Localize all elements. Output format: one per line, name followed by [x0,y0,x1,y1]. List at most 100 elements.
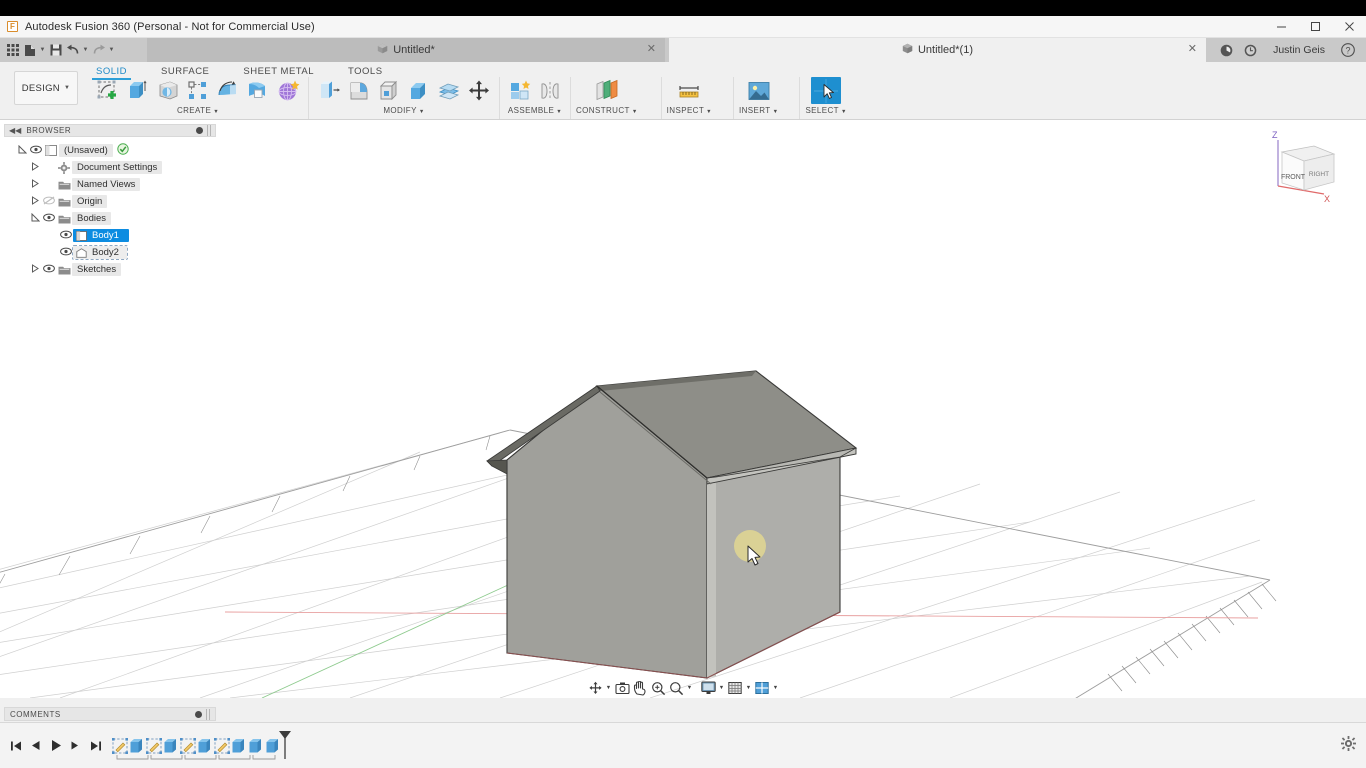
comments-panel[interactable]: COMMENTS [4,707,216,721]
select-cursor-icon[interactable] [811,77,842,104]
save-icon[interactable] [47,41,64,60]
model-body-house[interactable] [486,370,858,679]
recent-icon[interactable] [1238,38,1262,62]
viewports-dropdown-caret[interactable]: ▼ [772,685,780,691]
ribbon-group-assemble: ASSEMBLE ▼ [499,77,570,119]
document-tab-untitled-1[interactable]: Untitled*(1) ✕ [669,38,1206,62]
play-button[interactable] [48,737,63,755]
measure-icon[interactable] [674,77,704,104]
orbit-icon[interactable] [587,679,604,697]
chevron-down-icon: ▼ [772,109,779,115]
browser-resize-grip[interactable] [207,125,211,136]
browser-node-bodies[interactable]: Bodies [4,210,216,227]
shell-icon[interactable] [374,77,404,104]
visibility-eye-icon[interactable] [42,213,56,225]
browser-node-named-views[interactable]: Named Views [4,176,216,193]
visibility-eye-icon[interactable] [59,230,73,242]
redo-dropdown-caret[interactable]: ▼ [107,41,116,60]
step-forward-button[interactable] [68,737,83,755]
comments-options-icon[interactable] [195,710,202,718]
revolve-icon[interactable] [153,77,183,104]
user-account-name[interactable]: Justin Geis [1262,44,1336,56]
zoom-icon[interactable] [650,679,667,697]
sweep-icon[interactable] [213,77,243,104]
draft-icon[interactable] [404,77,434,104]
joint-icon[interactable] [535,77,565,104]
combine-icon[interactable] [243,77,273,104]
visibility-eye-icon[interactable] [29,145,43,157]
zoom-window-icon[interactable] [668,679,685,697]
create-sketch-icon[interactable] [93,77,123,104]
pan-icon[interactable] [632,679,649,697]
window-controls [1264,16,1366,38]
fillet-icon[interactable] [344,77,374,104]
expand-arrow-closed-icon[interactable] [29,179,42,190]
browser-node-document-settings[interactable]: Document Settings [4,159,216,176]
browser-node-sketches[interactable]: Sketches [4,261,216,278]
grid-snaps-dropdown-caret[interactable]: ▼ [745,685,753,691]
new-file-icon[interactable] [21,41,38,60]
expand-arrow-closed-icon[interactable] [29,162,42,173]
browser-node-origin[interactable]: Origin [4,193,216,210]
go-to-end-button[interactable] [88,737,103,755]
new-component-icon[interactable] [505,77,535,104]
offset-plane-icon[interactable] [590,77,624,104]
pattern-icon[interactable] [183,77,213,104]
timeline-marker[interactable] [278,730,292,765]
group-label-text: INSPECT [666,106,705,115]
document-tab-close-icon[interactable]: ✕ [1188,44,1197,55]
expand-arrow-closed-icon[interactable] [29,264,42,275]
browser-options-icon[interactable] [196,127,203,134]
redo-icon[interactable] [90,41,107,60]
help-icon[interactable]: ? [1336,38,1360,62]
ribbon-group-label-inspect[interactable]: INSPECT ▼ [667,106,712,115]
split-face-icon[interactable] [434,77,464,104]
document-tab-close-icon[interactable]: ✕ [647,44,656,55]
step-back-button[interactable] [28,737,43,755]
visibility-eye-off-icon[interactable] [42,196,56,208]
visibility-eye-icon[interactable] [42,264,56,276]
expand-arrow-closed-icon[interactable] [29,196,42,207]
press-pull-icon[interactable] [314,77,344,104]
minimize-button[interactable] [1264,16,1298,38]
zoom-window-dropdown-caret[interactable]: ▼ [686,685,694,691]
viewports-icon[interactable] [754,679,771,697]
document-tab-untitled[interactable]: Untitled* ✕ [147,38,665,62]
orbit-dropdown-caret[interactable]: ▼ [605,685,613,691]
workspace-switcher-button[interactable]: DESIGN ▼ [14,71,78,105]
insert-image-icon[interactable] [744,77,774,104]
undo-dropdown-caret[interactable]: ▼ [81,41,90,60]
browser-node-label: Named Views [72,178,141,191]
ribbon-group-label-modify[interactable]: MODIFY ▼ [383,106,424,115]
app-grid-icon[interactable] [4,41,21,60]
comments-resize-grip[interactable] [206,708,210,720]
ribbon-group-label-select[interactable]: SELECT ▼ [805,106,846,115]
ribbon-group-label-create[interactable]: CREATE ▼ [177,106,219,115]
timeline-settings-icon[interactable] [1341,735,1356,756]
browser-node-body2[interactable]: Body2 [4,244,216,261]
undo-icon[interactable] [64,41,81,60]
expand-arrow-open-icon[interactable] [16,144,29,156]
visibility-eye-icon[interactable] [59,247,73,259]
viewcube-front-label: FRONT [1281,174,1306,181]
browser-collapse-icon[interactable]: ◀◀ [9,126,21,135]
extrude-icon[interactable] [123,77,153,104]
maximize-button[interactable] [1298,16,1332,38]
new-file-dropdown-caret[interactable]: ▼ [38,41,47,60]
go-to-beginning-button[interactable] [8,737,23,755]
viewcube[interactable]: Z X FRONT RIGHT [1262,128,1348,206]
grid-snaps-icon[interactable] [727,679,744,697]
look-at-icon[interactable] [614,679,631,697]
ribbon-group-label-insert[interactable]: INSERT ▼ [739,106,778,115]
ribbon-group-label-assemble[interactable]: ASSEMBLE ▼ [508,106,562,115]
browser-node-unsaved[interactable]: (Unsaved) [4,142,216,159]
create-form-icon[interactable] [273,77,303,104]
expand-arrow-open-icon[interactable] [29,212,42,224]
display-settings-dropdown-caret[interactable]: ▼ [718,685,726,691]
job-status-icon[interactable] [1214,38,1238,62]
browser-node-body1[interactable]: Body1 [4,227,216,244]
close-window-button[interactable] [1332,16,1366,38]
display-settings-icon[interactable] [700,679,717,697]
move-copy-icon[interactable] [464,77,494,104]
ribbon-group-label-construct[interactable]: CONSTRUCT ▼ [576,106,638,115]
